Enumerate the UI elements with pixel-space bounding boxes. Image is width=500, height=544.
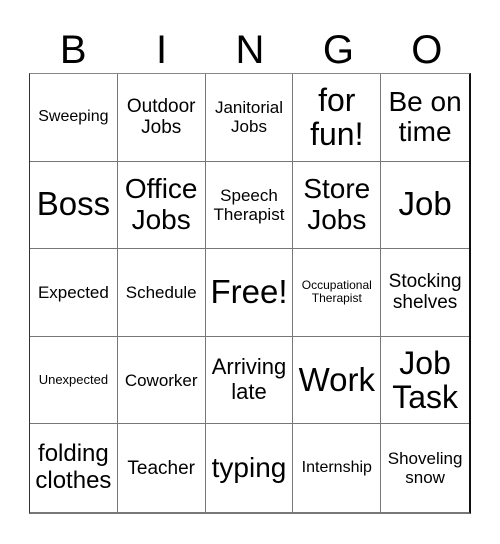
bingo-cell[interactable]: Shoveling snow — [381, 424, 469, 512]
bingo-cell[interactable]: Work — [293, 336, 382, 425]
bingo-cell[interactable]: Janitorial Jobs — [205, 74, 294, 162]
bingo-cell[interactable]: Boss — [30, 161, 118, 250]
bingo-cell[interactable]: Unexpected — [30, 336, 118, 425]
bingo-header: B I N G O — [29, 28, 471, 72]
header-letter-g: G — [322, 28, 354, 72]
bingo-cell[interactable]: typing — [206, 424, 294, 512]
bingo-cell-free[interactable]: Free! — [205, 249, 294, 337]
bingo-cell[interactable]: Store Jobs — [293, 161, 382, 250]
bingo-cell[interactable]: folding clothes — [30, 424, 118, 512]
bingo-cell[interactable]: for fun! — [293, 74, 382, 162]
bingo-cell[interactable]: Arriving late — [205, 336, 294, 425]
bingo-card-grid: Sweeping Outdoor Jobs Janitorial Jobs fo… — [29, 73, 471, 514]
bingo-cell[interactable]: Stocking shelves — [381, 249, 469, 337]
bingo-cell[interactable]: Sweeping — [30, 74, 118, 162]
bingo-cell[interactable]: Outdoor Jobs — [117, 74, 206, 162]
bingo-cell[interactable]: Job Task — [381, 337, 469, 425]
bingo-cell[interactable]: Occupational Therapist — [293, 249, 382, 337]
bingo-cell[interactable]: Be on time — [381, 74, 469, 162]
bingo-cell[interactable]: Internship — [293, 424, 382, 512]
bingo-cell[interactable]: Schedule — [117, 249, 206, 337]
header-letter-b: B — [59, 28, 87, 72]
header-letter-i: I — [156, 28, 168, 72]
bingo-cell[interactable]: Coworker — [117, 336, 206, 425]
bingo-cell[interactable]: Expected — [30, 249, 118, 337]
bingo-cell[interactable]: Speech Therapist — [205, 161, 294, 250]
bingo-cell[interactable]: Teacher — [118, 424, 206, 512]
header-letter-o: O — [411, 28, 443, 72]
header-letter-n: N — [235, 28, 265, 72]
bingo-cell[interactable]: Job — [381, 162, 469, 250]
bingo-cell[interactable]: Office Jobs — [117, 161, 206, 250]
